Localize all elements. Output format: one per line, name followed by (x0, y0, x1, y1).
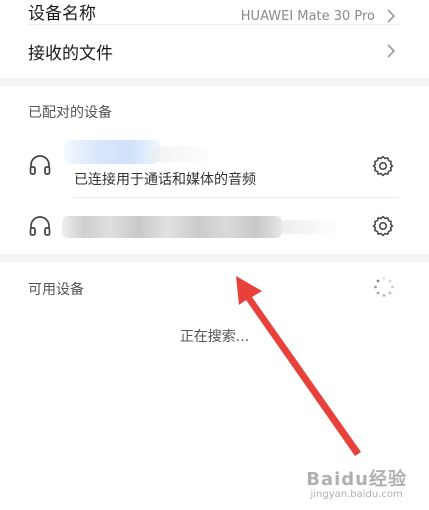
searching-status: 正在搜索... (179, 329, 250, 345)
available-devices-title: 可用设备 (28, 282, 84, 298)
paired-device-item[interactable]: 已连接用于通话和媒体的音频 (0, 136, 429, 198)
section-gap (0, 78, 429, 86)
paired-devices-title: 已配对的设备 (28, 105, 112, 121)
watermark-main-text: Baidu经验 (306, 469, 407, 490)
blurred-device-name (62, 216, 282, 238)
device-name-row[interactable]: 设备名称 HUAWEI Mate 30 Pro (0, 0, 429, 24)
headphone-icon (29, 216, 51, 236)
section-gap (0, 254, 429, 262)
chevron-right-icon (387, 44, 396, 58)
loading-spinner-icon (374, 277, 394, 297)
divider (28, 24, 399, 25)
device-status-text: 已连接用于通话和媒体的音频 (74, 172, 256, 188)
device-name-label: 设备名称 (28, 4, 96, 24)
bluetooth-settings-screen: 设备名称 HUAWEI Mate 30 Pro 接收的文件 已配对的设备 已连接… (0, 0, 429, 510)
watermark-sub-text: jingyan.baidu.com (310, 489, 403, 500)
headphone-icon (29, 155, 51, 175)
paired-device-item[interactable] (0, 198, 429, 254)
received-files-label: 接收的文件 (28, 43, 113, 64)
device-name-value: HUAWEI Mate 30 Pro (240, 9, 375, 24)
blurred-device-name-fade (150, 146, 210, 162)
blurred-device-name-fade (280, 220, 340, 234)
received-files-row[interactable]: 接收的文件 (0, 26, 429, 76)
gear-icon[interactable] (371, 214, 395, 238)
gear-icon[interactable] (371, 154, 395, 178)
blurred-device-name (64, 140, 160, 164)
chevron-right-icon (387, 9, 396, 23)
watermark-logo: Baidu经验 jingyan.baidu.com (306, 465, 407, 500)
